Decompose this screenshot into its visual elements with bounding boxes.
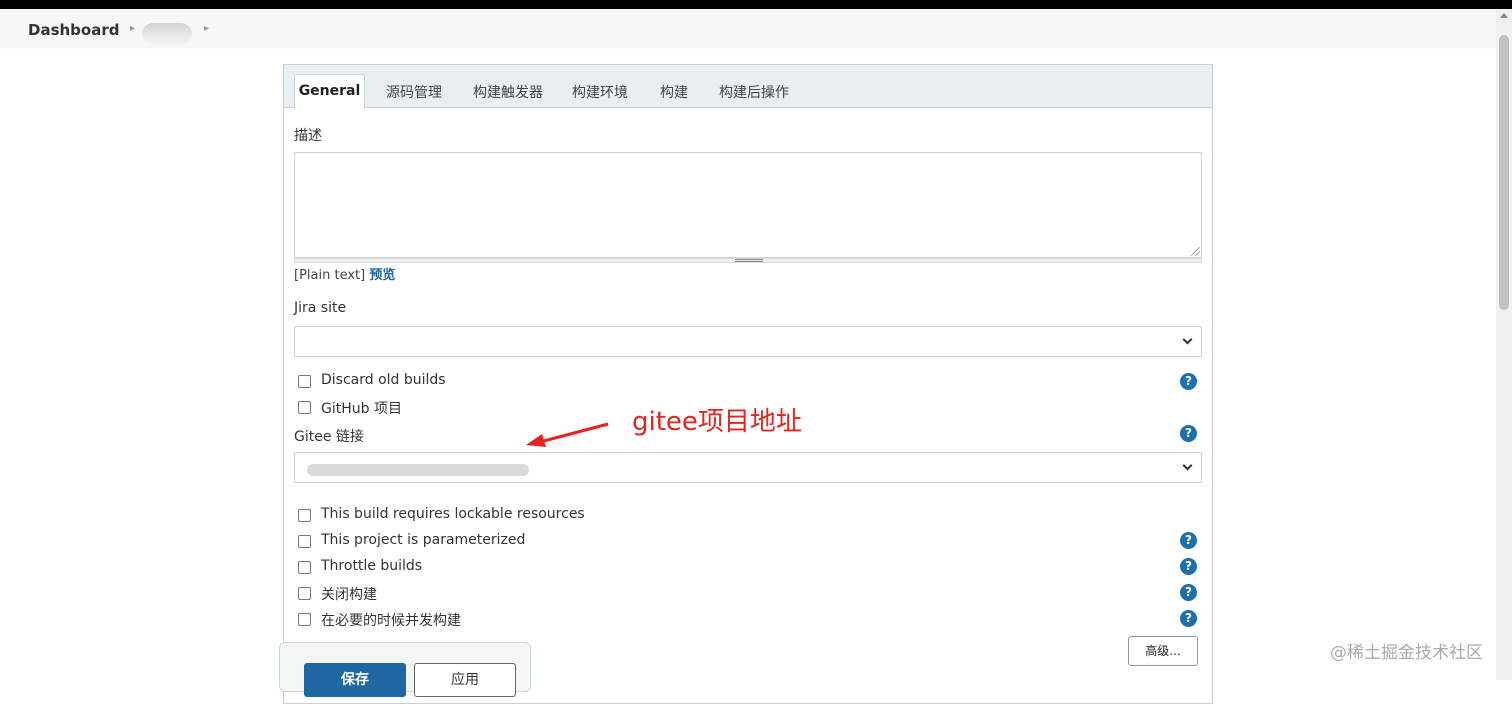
tab-build-environment[interactable]: 构建环境 (566, 74, 634, 108)
description-textarea[interactable] (294, 152, 1202, 258)
discard-old-builds-label: Discard old builds (321, 372, 446, 388)
watermark: @稀土掘金技术社区 (1330, 643, 1483, 663)
config-tabs: General 源码管理 构建触发器 构建环境 构建 构建后操作 (284, 65, 1212, 109)
annotation-text: gitee项目地址 (632, 407, 802, 437)
scrollbar-thumb[interactable] (1499, 35, 1509, 310)
preview-link[interactable]: 预览 (369, 268, 395, 283)
plain-text-label: [Plain text] (294, 268, 366, 283)
github-project-label: GitHub 项目 (321, 401, 402, 417)
tab-build[interactable]: 构建 (652, 74, 696, 108)
apply-button[interactable]: 应用 (414, 663, 516, 697)
breadcrumb-separator-icon[interactable]: ▸ (130, 23, 135, 34)
help-icon[interactable]: ? (1180, 584, 1197, 601)
lockable-resources-label: This build requires lockable resources (321, 506, 585, 522)
parameterized-label: This project is parameterized (321, 532, 526, 548)
gitee-connection-value-redacted (307, 464, 529, 476)
breadcrumb-separator-icon[interactable]: ▸ (204, 23, 209, 34)
gitee-connection-label: Gitee 链接 (294, 429, 364, 445)
help-icon[interactable]: ? (1180, 373, 1197, 390)
job-config-panel: General 源码管理 构建触发器 构建环境 构建 构建后操作 描述 [Pla… (283, 64, 1213, 704)
breadcrumb-job-name-redacted[interactable] (142, 23, 192, 45)
textarea-resize-handle[interactable] (294, 258, 1202, 263)
bottom-action-bar: 保存 应用 (279, 642, 531, 697)
breadcrumb: Dashboard ▸ ▸ (0, 9, 1496, 49)
tab-post-build[interactable]: 构建后操作 (712, 74, 796, 108)
github-project-checkbox[interactable] (298, 401, 311, 414)
concurrent-builds-checkbox[interactable] (298, 613, 311, 626)
help-icon[interactable]: ? (1180, 425, 1197, 442)
tab-build-triggers[interactable]: 构建触发器 (466, 74, 550, 108)
help-icon[interactable]: ? (1180, 610, 1197, 627)
browser-top-bar (0, 0, 1512, 9)
chevron-down-icon (1182, 334, 1193, 345)
breadcrumb-dashboard[interactable]: Dashboard (28, 21, 119, 39)
throttle-builds-label: Throttle builds (321, 558, 423, 574)
disable-build-checkbox[interactable] (298, 587, 311, 600)
tab-general[interactable]: General (294, 74, 365, 109)
throttle-builds-checkbox[interactable] (298, 561, 311, 574)
help-icon[interactable]: ? (1180, 558, 1197, 575)
jira-site-label: Jira site (294, 300, 347, 316)
annotation-arrow-icon (526, 422, 609, 447)
save-button[interactable]: 保存 (304, 663, 406, 697)
discard-old-builds-checkbox[interactable] (298, 375, 311, 388)
parameterized-checkbox[interactable] (298, 535, 311, 548)
gitee-connection-select[interactable] (294, 452, 1202, 483)
advanced-button[interactable]: 高级... (1128, 636, 1198, 666)
resize-grip-icon[interactable] (1191, 247, 1200, 256)
jira-site-select[interactable] (294, 326, 1202, 357)
help-icon[interactable]: ? (1180, 532, 1197, 549)
page-scrollbar[interactable] (1496, 9, 1512, 680)
chevron-down-icon (1182, 460, 1193, 471)
description-format-hint: [Plain text] 预览 (294, 264, 395, 283)
description-label: 描述 (294, 128, 322, 144)
lockable-resources-checkbox[interactable] (298, 509, 311, 522)
disable-build-label: 关闭构建 (321, 587, 377, 603)
concurrent-builds-label: 在必要的时候并发构建 (321, 613, 461, 629)
scroll-up-icon[interactable] (1500, 13, 1508, 18)
tab-source-code[interactable]: 源码管理 (380, 74, 448, 108)
